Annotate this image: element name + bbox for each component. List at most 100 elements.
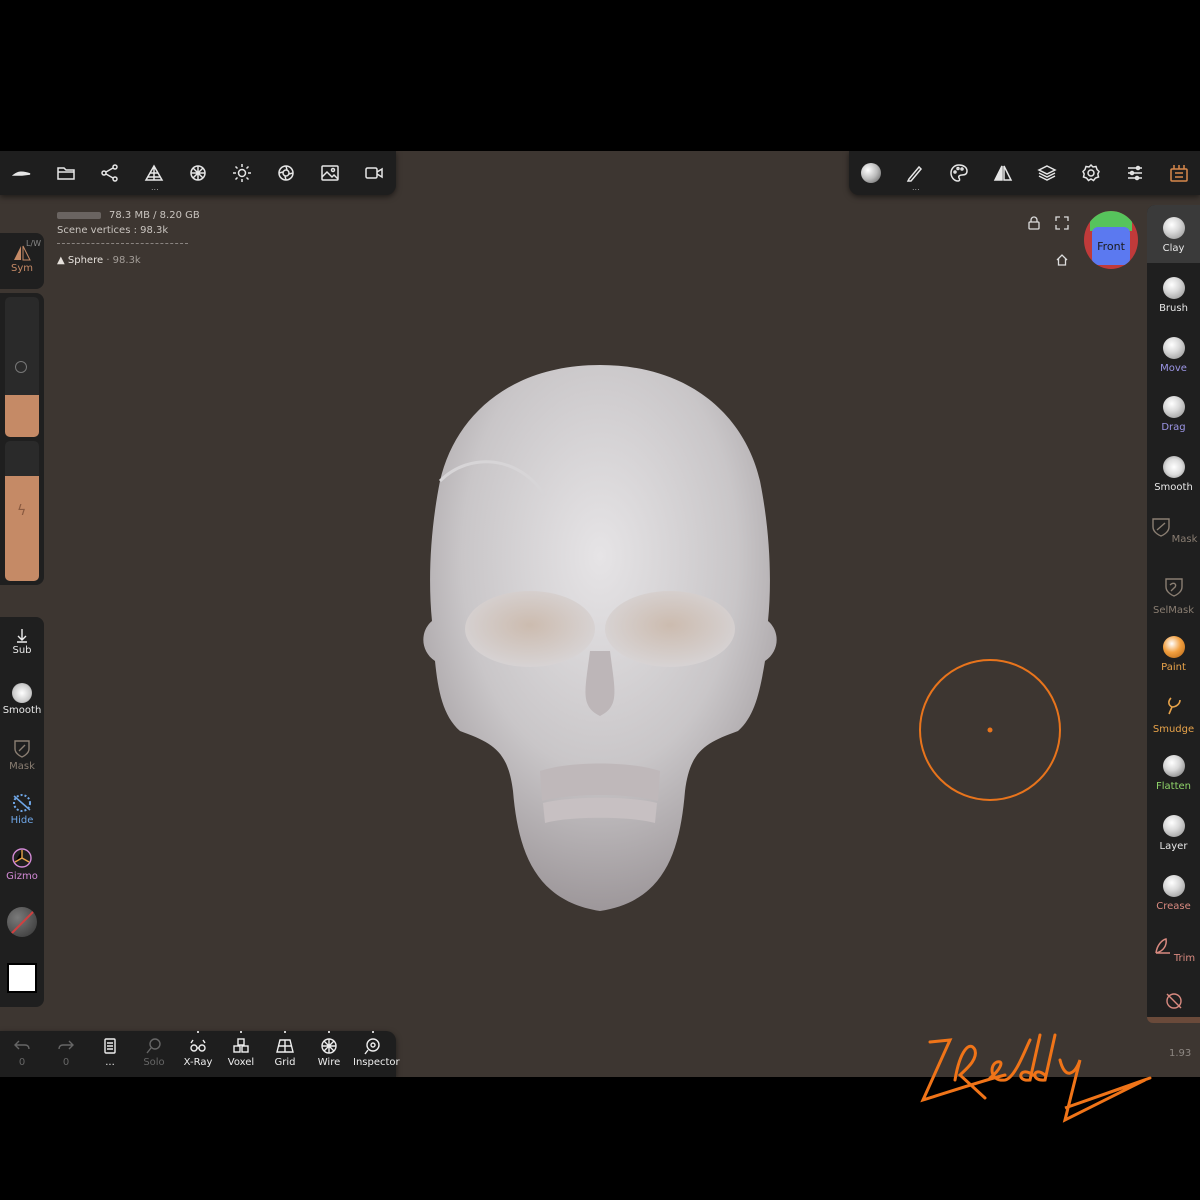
settings-icon[interactable]: [1079, 161, 1103, 185]
xray-label: X-Ray: [183, 1057, 213, 1068]
gizmo-button[interactable]: Gizmo: [0, 847, 44, 882]
memory-usage: 78.3 MB / 8.20 GB: [109, 210, 200, 221]
top-toolbar-left: ...: [0, 151, 396, 195]
matcap-ball-icon: [7, 907, 37, 937]
intensity-slider-fill: [5, 476, 39, 581]
tool-label: Flatten: [1156, 781, 1191, 793]
tool-crease[interactable]: Crease: [1147, 874, 1200, 912]
clay-icon: [1162, 217, 1185, 239]
orientation-cube[interactable]: Front: [1084, 211, 1138, 269]
brush-sliders-panel: ϟ: [0, 293, 44, 585]
interface-icon[interactable]: [1167, 161, 1191, 185]
tool-selmask[interactable]: SelMask: [1147, 576, 1200, 616]
intensity-slider[interactable]: ϟ: [5, 441, 39, 581]
version-label: 1.93: [1169, 1048, 1192, 1059]
smudge-icon: [1167, 697, 1181, 715]
skull-model: [423, 365, 777, 911]
brush-icon: [1162, 276, 1185, 299]
mask-button[interactable]: Mask: [0, 739, 44, 772]
tool-label: Mask: [1171, 534, 1198, 545]
smooth-button[interactable]: Smooth: [0, 683, 44, 716]
right-tools-panel: Clay Brush Move Drag Smooth Mask SelMask Paint S…: [1147, 205, 1200, 1023]
tool-layer[interactable]: Layer: [1147, 815, 1200, 852]
object-entry[interactable]: ▲ Sphere · 98.3k: [57, 253, 200, 268]
tool-disabled-icon[interactable]: [1147, 991, 1200, 1014]
tool-flatten[interactable]: Flatten: [1147, 755, 1200, 792]
matcap-toggle[interactable]: [0, 907, 44, 937]
redo-button[interactable]: 0: [46, 1037, 86, 1068]
left-tools-panel: Sub Smooth Mask Hide Gizmo: [0, 617, 44, 1007]
sym-badge: L/W: [26, 239, 42, 248]
tool-move[interactable]: Move: [1147, 336, 1200, 374]
tool-label: Trim: [1173, 952, 1196, 964]
flatten-icon: [1162, 755, 1185, 778]
tool-label: Crease: [1156, 900, 1191, 912]
history-button[interactable]: ...: [90, 1037, 130, 1068]
solo-button[interactable]: Solo: [134, 1037, 174, 1068]
tool-label: Smudge: [1152, 724, 1195, 736]
tool-trim[interactable]: Trim: [1147, 935, 1200, 964]
tool-paint[interactable]: Paint: [1147, 635, 1200, 673]
layer-icon: [1162, 815, 1185, 837]
mask-icon: [1151, 518, 1170, 537]
tool-label: Layer: [1159, 841, 1188, 852]
xray-button[interactable]: X-Ray: [178, 1031, 218, 1068]
home-view-icon[interactable]: [1055, 253, 1069, 267]
color-swatch[interactable]: [0, 963, 44, 993]
undo-count: 0: [18, 1057, 26, 1068]
shading-icon[interactable]: [274, 161, 298, 185]
tool-label: Paint: [1161, 661, 1186, 673]
tool-drag[interactable]: Drag: [1147, 396, 1200, 433]
tool-label: Smooth: [1154, 482, 1193, 494]
mask-label: Mask: [9, 761, 35, 772]
solo-label: Solo: [143, 1057, 165, 1068]
paint-icon: [1162, 635, 1185, 658]
tool-brush[interactable]: Brush: [1147, 276, 1200, 314]
sculpt-viewport[interactable]: Front 1.93: [0, 151, 1200, 1077]
orientation-cube-label: Front: [1097, 240, 1125, 253]
camera-icon[interactable]: [362, 161, 386, 185]
scene-vertices: Scene vertices : 98.3k: [57, 225, 169, 236]
sub-label: Sub: [12, 645, 32, 656]
sym-label: Sym: [10, 263, 33, 274]
mesh-icon[interactable]: ...: [142, 161, 166, 192]
voxel-button[interactable]: Voxel: [221, 1031, 261, 1068]
tool-clay[interactable]: Clay: [1147, 217, 1200, 254]
tool-mask[interactable]: Mask: [1147, 516, 1200, 545]
undo-button[interactable]: 0: [2, 1037, 42, 1068]
lightning-icon: ϟ: [17, 503, 27, 519]
symmetry-icon[interactable]: [991, 161, 1015, 185]
wire-label: Wire: [317, 1057, 341, 1068]
sym-button[interactable]: Sym: [0, 245, 44, 274]
grid-button[interactable]: Grid: [265, 1031, 305, 1068]
stroke-icon[interactable]: ...: [903, 161, 927, 192]
target-icon: [15, 361, 27, 373]
wire-button[interactable]: Wire: [309, 1031, 349, 1068]
image-icon[interactable]: [318, 161, 342, 185]
light-icon[interactable]: [230, 161, 254, 185]
smooth-icon: [12, 683, 32, 703]
tool-smudge[interactable]: Smudge: [1147, 695, 1200, 735]
drag-icon: [1162, 396, 1185, 419]
crease-icon: [1162, 874, 1185, 897]
lock-icon[interactable]: [1027, 216, 1041, 230]
memory-meter: [57, 211, 101, 219]
inspector-label: Inspector: [353, 1057, 400, 1068]
redo-count: 0: [62, 1057, 70, 1068]
voxel-label: Voxel: [227, 1057, 255, 1068]
material-preview-icon[interactable]: [859, 161, 883, 185]
layers-icon[interactable]: [1035, 161, 1059, 185]
sliders-icon[interactable]: [1123, 161, 1147, 185]
scene-graph-icon[interactable]: [98, 161, 122, 185]
material-sphere-icon[interactable]: [186, 161, 210, 185]
fullscreen-icon[interactable]: [1055, 216, 1069, 230]
home-icon[interactable]: [10, 161, 34, 185]
palette-icon[interactable]: [947, 161, 971, 185]
move-icon: [1162, 336, 1185, 359]
hide-button[interactable]: Hide: [0, 793, 44, 826]
folder-icon[interactable]: [54, 161, 78, 185]
sub-button[interactable]: Sub: [0, 627, 44, 656]
tool-smooth[interactable]: Smooth: [1147, 456, 1200, 493]
radius-slider[interactable]: [5, 297, 39, 437]
inspector-button[interactable]: Inspector: [353, 1031, 400, 1068]
